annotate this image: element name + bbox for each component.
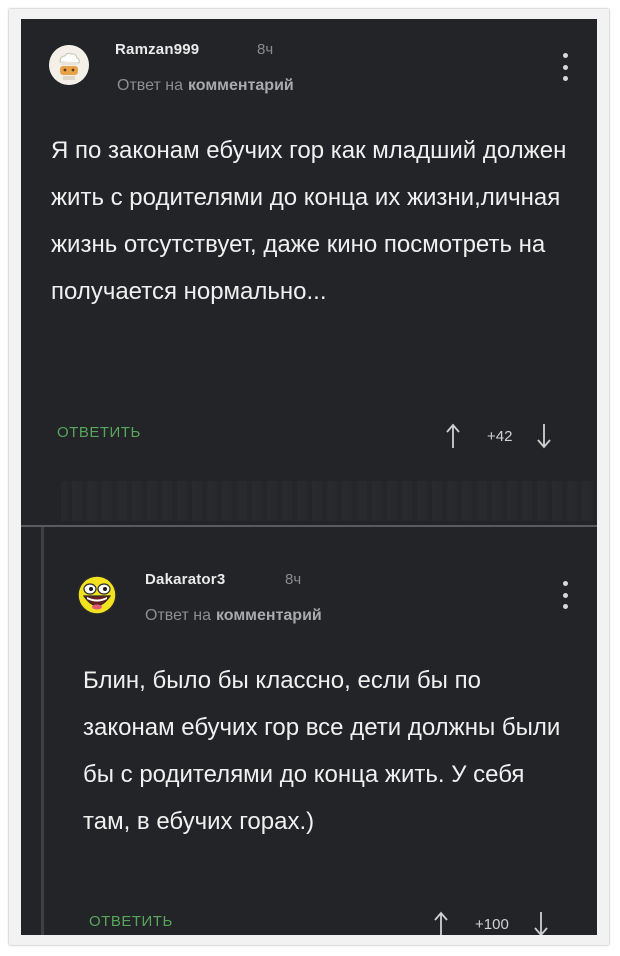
downvote-arrow-icon[interactable] [536, 422, 552, 450]
reply-to-line: Ответ на комментарий [117, 77, 294, 95]
upvote-arrow-icon[interactable] [445, 422, 461, 450]
reply-to-link[interactable]: комментарий [216, 607, 322, 624]
screenshot-frame: Ramzan999 8ч Ответ на комментарий Я по за… [9, 9, 609, 945]
reply-to-line: Ответ на комментарий [145, 607, 322, 625]
reply-button[interactable]: ОТВЕТИТЬ [57, 424, 141, 441]
more-options-icon[interactable] [561, 53, 569, 81]
comment-text: Я по законам ебучих гор как младший долж… [51, 137, 567, 305]
awesome-face-avatar-icon[interactable] [77, 575, 117, 615]
background-noise [61, 481, 597, 521]
timestamp: 8ч [285, 571, 302, 588]
vote-controls: +100 [433, 909, 549, 935]
comment-text: Блин, было бы классно, если бы по закона… [83, 667, 561, 835]
vote-controls: +42 [445, 421, 552, 451]
timestamp: 8ч [257, 41, 274, 58]
downvote-arrow-icon[interactable] [533, 910, 549, 935]
username[interactable]: Ramzan999 [115, 41, 199, 58]
comment: Ramzan999 8ч Ответ на комментарий Я по за… [21, 19, 597, 527]
reply-to-prefix: Ответ на [145, 607, 211, 624]
reply-to-link[interactable]: комментарий [188, 77, 294, 94]
upvote-arrow-icon[interactable] [433, 910, 449, 935]
reply-button[interactable]: ОТВЕТИТЬ [89, 913, 173, 930]
chef-cook-avatar-icon[interactable] [49, 45, 89, 85]
comment: Dakarator3 8ч Ответ на комментарий Блин, … [21, 527, 597, 935]
comments-panel: Ramzan999 8ч Ответ на комментарий Я по за… [21, 19, 597, 935]
reply-to-prefix: Ответ на [117, 77, 183, 94]
rating-score: +100 [475, 915, 509, 933]
rating-score: +42 [487, 427, 513, 445]
username[interactable]: Dakarator3 [145, 571, 225, 588]
more-options-icon[interactable] [561, 581, 569, 609]
